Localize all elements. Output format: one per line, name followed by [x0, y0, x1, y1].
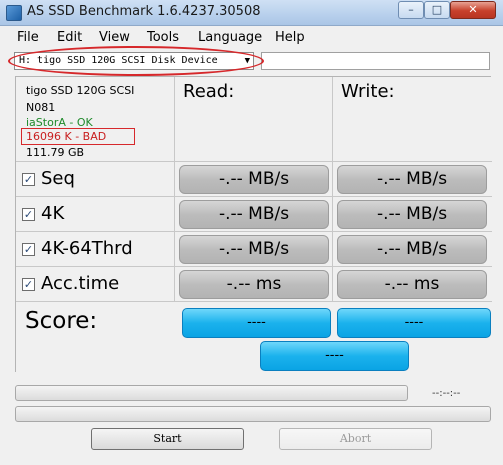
read-header-cell: Read:	[175, 77, 333, 162]
row-label-4k64: 4K-64Thrd	[41, 238, 133, 259]
menu-bar: File Edit View Tools Language Help	[0, 27, 503, 48]
menu-language[interactable]: Language	[198, 30, 262, 45]
seq-write-result: -.-- MB/s	[337, 165, 487, 194]
seq-checkbox[interactable]: ✓	[22, 173, 35, 186]
acctime-read-cell: -.-- ms	[175, 267, 333, 302]
chevron-down-icon[interactable]: ▼	[245, 53, 250, 69]
write-header: Write:	[341, 81, 395, 102]
menu-help[interactable]: Help	[275, 30, 305, 45]
menu-file[interactable]: File	[17, 30, 39, 45]
window-title: AS SSD Benchmark 1.6.4237.30508	[27, 4, 261, 19]
row-4k-label-cell: ✓ 4K	[16, 197, 175, 232]
row-4k64-label-cell: ✓ 4K-64Thrd	[16, 232, 175, 267]
4k64-read-cell: -.-- MB/s	[175, 232, 333, 267]
highlight-box-annotation	[21, 128, 135, 145]
maximize-button[interactable]: □	[424, 1, 450, 19]
menu-tools[interactable]: Tools	[147, 30, 179, 45]
acctime-write-cell: -.-- ms	[333, 267, 492, 302]
drive-info-field	[261, 52, 490, 70]
row-label-4k: 4K	[41, 203, 65, 224]
results-grid: tigo SSD 120G SCSI N081 iaStorA - OK 160…	[15, 76, 492, 373]
close-button[interactable]: ✕	[450, 1, 496, 19]
row-seq-label-cell: ✓ Seq	[16, 162, 175, 197]
drive-dropdown[interactable]: H: tigo SSD 120G SCSI Disk Device ▼	[14, 52, 254, 70]
row-acctime-label-cell: ✓ Acc.time	[16, 267, 175, 302]
seq-read-result: -.-- MB/s	[179, 165, 329, 194]
title-bar: AS SSD Benchmark 1.6.4237.30508 – □ ✕	[0, 0, 503, 26]
app-icon	[6, 5, 22, 21]
progress-bar-total	[15, 406, 491, 422]
row-label-seq: Seq	[41, 168, 75, 189]
4k-write-cell: -.-- MB/s	[333, 197, 492, 232]
drive-capacity: 111.79 GB	[26, 146, 85, 159]
acctime-read-result: -.-- ms	[179, 270, 329, 299]
4k64-write-result: -.-- MB/s	[337, 235, 487, 264]
score-label: Score:	[25, 308, 98, 334]
4k-read-cell: -.-- MB/s	[175, 197, 333, 232]
row-label-acctime: Acc.time	[41, 273, 120, 294]
menu-edit[interactable]: Edit	[57, 30, 82, 45]
menu-view[interactable]: View	[99, 30, 130, 45]
score-panel: Score: ---- ---- ----	[16, 302, 492, 373]
abort-button[interactable]: Abort	[279, 428, 432, 450]
acctime-write-result: -.-- ms	[337, 270, 487, 299]
minimize-button[interactable]: –	[398, 1, 424, 19]
4k64-checkbox[interactable]: ✓	[22, 243, 35, 256]
drive-model: tigo SSD 120G SCSI	[26, 84, 135, 97]
4k-write-result: -.-- MB/s	[337, 200, 487, 229]
drive-info-panel: tigo SSD 120G SCSI N081 iaStorA - OK 160…	[16, 77, 175, 162]
progress-bar-current	[15, 385, 408, 401]
read-header: Read:	[183, 81, 235, 102]
write-header-cell: Write:	[333, 77, 492, 162]
seq-write-cell: -.-- MB/s	[333, 162, 492, 197]
4k64-read-result: -.-- MB/s	[179, 235, 329, 264]
drive-selected: H: tigo SSD 120G SCSI Disk Device	[19, 55, 218, 66]
score-total: ----	[260, 341, 409, 371]
score-write: ----	[337, 308, 491, 338]
seq-read-cell: -.-- MB/s	[175, 162, 333, 197]
drive-firmware: N081	[26, 101, 56, 114]
score-read: ----	[182, 308, 331, 338]
acctime-checkbox[interactable]: ✓	[22, 278, 35, 291]
4k-checkbox[interactable]: ✓	[22, 208, 35, 221]
4k-read-result: -.-- MB/s	[179, 200, 329, 229]
4k64-write-cell: -.-- MB/s	[333, 232, 492, 267]
start-button[interactable]: Start	[91, 428, 244, 450]
elapsed-time: --:--:--	[432, 388, 461, 399]
